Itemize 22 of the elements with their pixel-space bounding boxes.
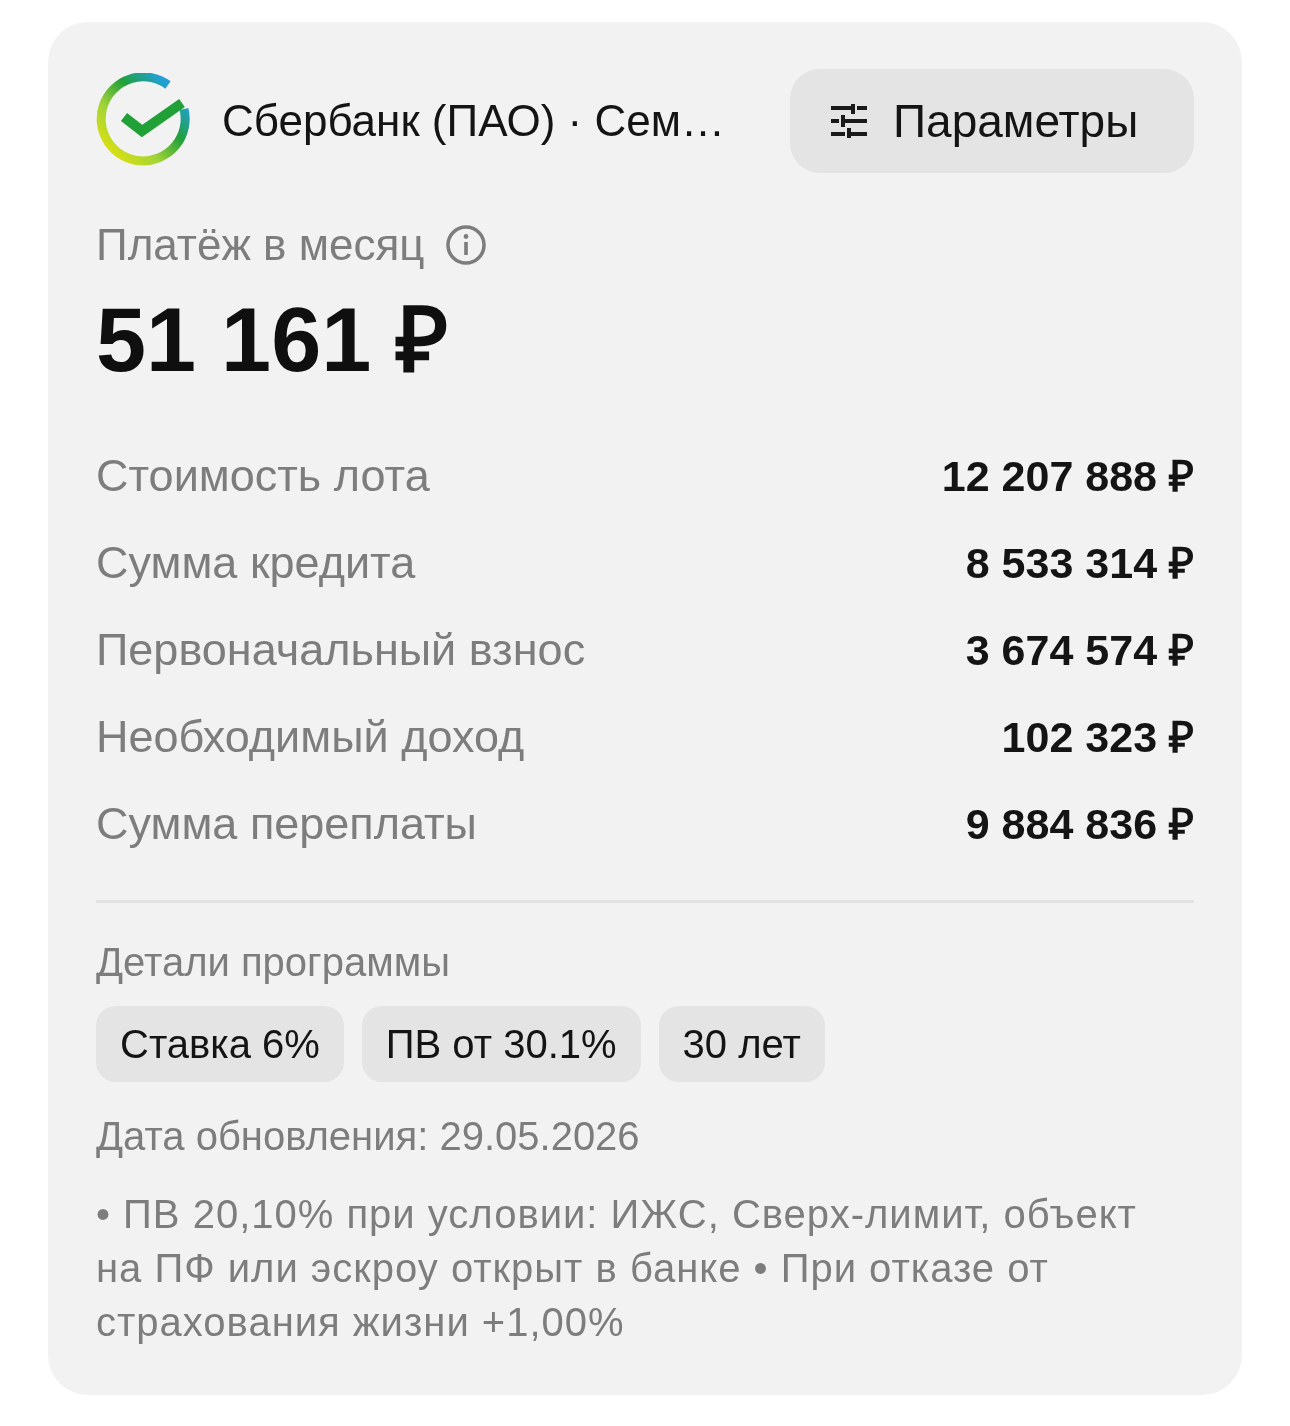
program-tag: Ставка 6% <box>96 1006 344 1082</box>
row-value: 9 884 836 ₽ <box>965 798 1194 850</box>
bank-name: Сбербанк (ПАО) · Сем… <box>222 95 725 147</box>
program-note: • ПВ 20,10% при условии: ИЖС, Сверх-лимит, объект на ПФ или эскроу открыт в банке • При отказе от страхования жизни +1,00% <box>96 1191 1138 1346</box>
payment-label: Платёж в месяц <box>96 219 425 271</box>
row-label: Сумма кредита <box>96 535 416 590</box>
row-value: 3 674 574 ₽ <box>965 624 1194 676</box>
details-title: Детали программы <box>96 939 450 986</box>
row-label: Необходимый доход <box>96 709 525 764</box>
monthly-payment-amount: 51 161 ₽ <box>96 290 449 390</box>
program-tag: 30 лет <box>658 1006 825 1082</box>
program-tag: ПВ от 30.1% <box>361 1006 641 1082</box>
row-label: Сумма переплаты <box>96 796 477 851</box>
row-value: 8 533 314 ₽ <box>965 537 1194 589</box>
update-date: Дата обновления: 29.05.2026 <box>96 1113 640 1160</box>
row-label: Стоимость лота <box>96 448 430 503</box>
row-value: 102 323 ₽ <box>1001 711 1194 763</box>
row-label: Первоначальный взнос <box>96 622 586 677</box>
parameters-button[interactable]: Параметры <box>790 69 1194 173</box>
info-icon[interactable] <box>446 225 487 265</box>
sliders-icon <box>831 104 867 138</box>
row-value: 12 207 888 ₽ <box>941 450 1194 502</box>
